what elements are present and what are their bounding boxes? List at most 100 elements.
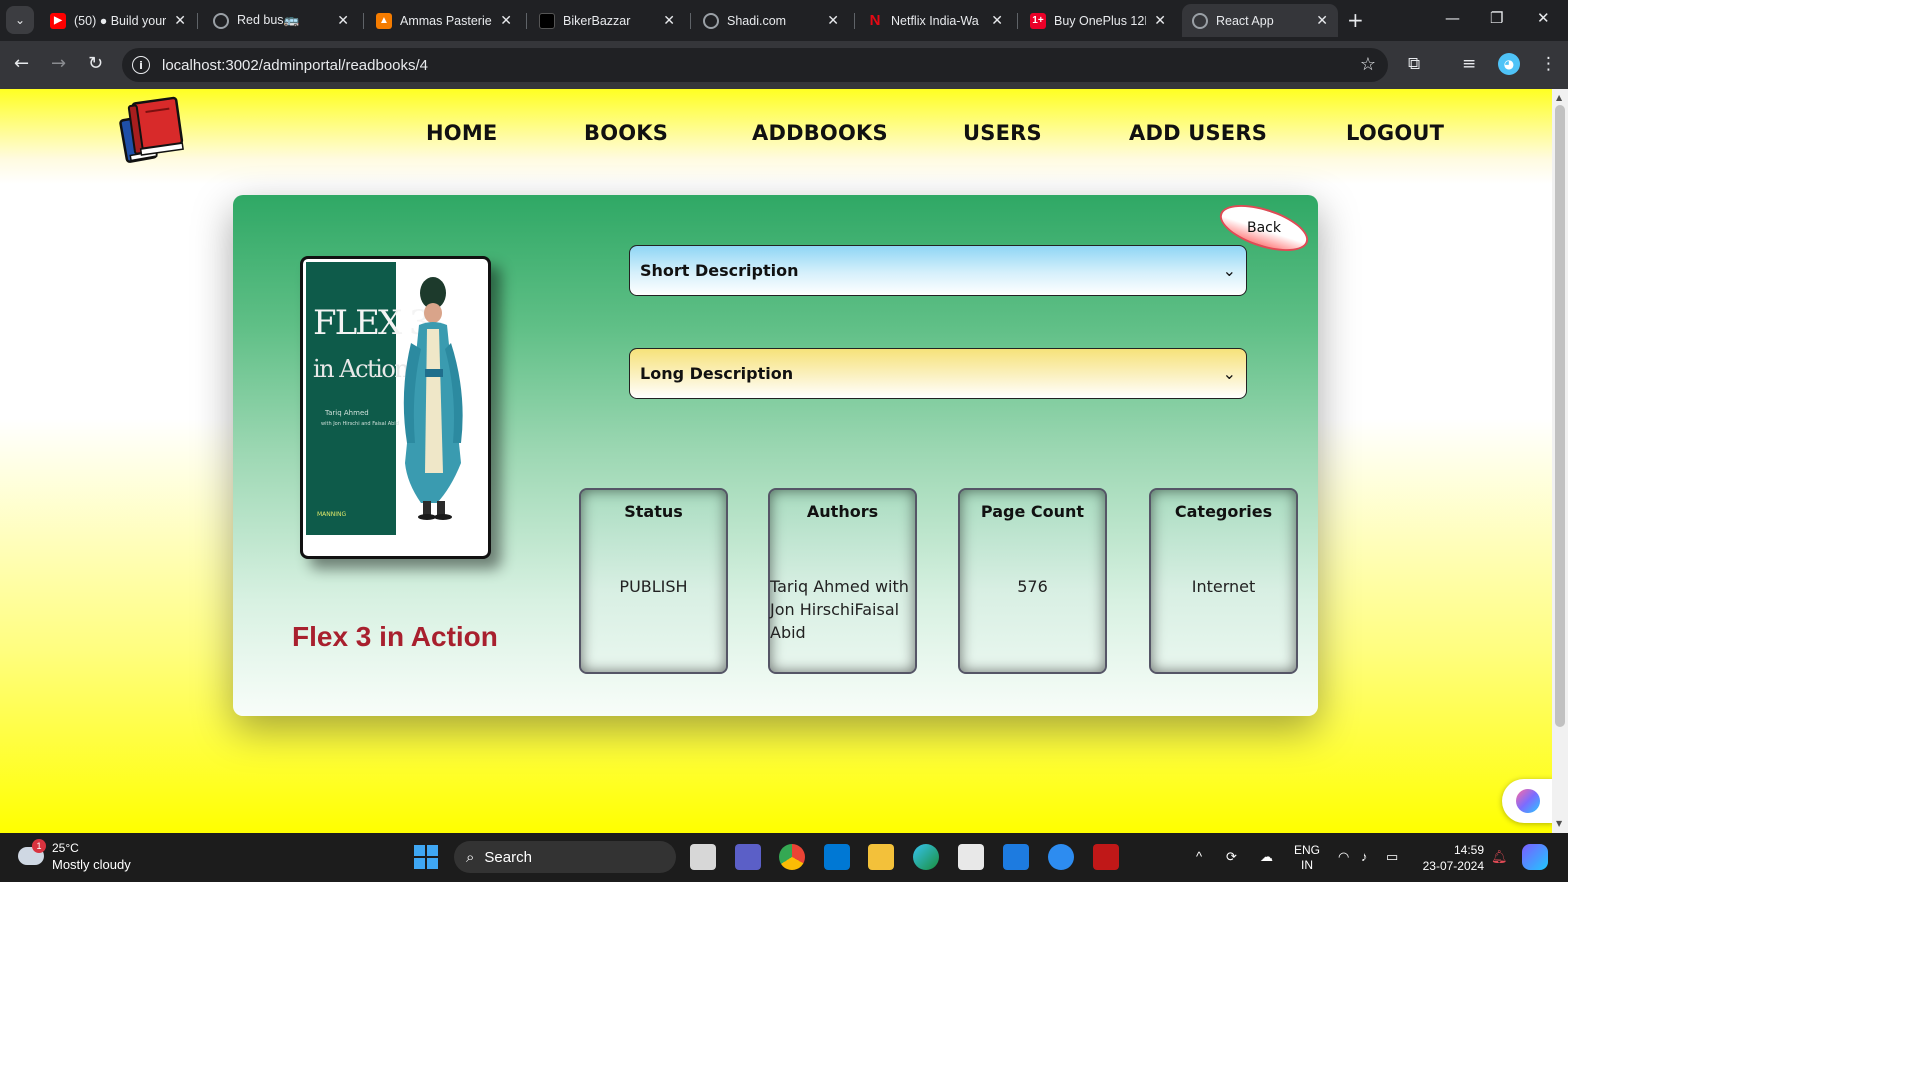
tab-title: React App — [1216, 13, 1274, 28]
tab-title: Shadi.com — [727, 13, 787, 28]
tab-youtube[interactable]: ▶ (50) ● Build your ✕ — [40, 4, 196, 37]
tab-title: Buy OnePlus 12R — [1054, 13, 1147, 28]
windows-start-icon[interactable] — [414, 845, 438, 869]
sync-icon[interactable]: ⟳ — [1226, 849, 1237, 865]
language-indicator[interactable]: ENG IN — [1294, 843, 1320, 873]
taskbar-search[interactable]: ⌕ Search — [454, 841, 676, 873]
clock-date: 23-07-2024 — [1422, 859, 1484, 873]
close-icon[interactable]: ✕ — [1316, 12, 1328, 29]
clock[interactable]: 14:59 23-07-2024 — [1418, 842, 1484, 874]
profile-avatar[interactable]: ◕ — [1498, 53, 1520, 75]
nav-home[interactable]: HOME — [426, 121, 497, 145]
stat-value: 576 — [1017, 577, 1048, 596]
reload-icon[interactable]: ↻ — [88, 53, 103, 74]
wifi-icon[interactable]: ◠ — [1338, 849, 1349, 865]
minimize-icon[interactable]: — — [1445, 9, 1460, 27]
media-control-icon[interactable]: ≡ — [1462, 54, 1476, 74]
scrollbar-thumb[interactable] — [1555, 105, 1565, 727]
status-card: Status PUBLISH — [579, 488, 728, 674]
store-icon[interactable] — [958, 844, 984, 870]
netflix-icon: N — [869, 12, 881, 29]
tray-chevron-icon[interactable]: ^ — [1196, 849, 1202, 864]
stat-value: PUBLISH — [619, 577, 688, 596]
task-view-icon[interactable] — [690, 844, 716, 870]
nav-logout[interactable]: LOGOUT — [1346, 121, 1444, 145]
weather-condition: Mostly cloudy — [52, 857, 131, 872]
back-button-label: Back — [1247, 220, 1281, 236]
vscode-icon[interactable] — [824, 844, 850, 870]
nav-users[interactable]: USERS — [963, 121, 1042, 145]
close-icon[interactable]: ✕ — [500, 12, 512, 29]
globe-icon — [1192, 12, 1208, 29]
close-icon[interactable]: ✕ — [991, 12, 1003, 29]
myhp-icon[interactable] — [1003, 844, 1029, 870]
book-title: Flex 3 in Action — [292, 621, 498, 652]
tab-bikerbazzar[interactable]: BikerBazzar ✕ — [529, 4, 685, 37]
help-icon[interactable] — [1048, 844, 1074, 870]
battery-icon[interactable]: ▭ — [1386, 849, 1398, 865]
book-detail-card: Back FLEX 3 in Action Tariq Ahmed with J… — [233, 195, 1318, 716]
close-icon[interactable]: ✕ — [174, 12, 186, 29]
categories-card: Categories Internet — [1149, 488, 1298, 674]
book-cover-image: FLEX 3 in Action Tariq Ahmed with Jon Hi… — [300, 256, 491, 559]
search-label: Search — [484, 848, 532, 866]
tab-shadi[interactable]: Shadi.com ✕ — [693, 4, 849, 37]
accordion-label: Short Description — [640, 261, 799, 280]
close-icon[interactable]: ✕ — [1154, 12, 1166, 29]
cover-author: Tariq Ahmed — [325, 409, 369, 417]
bikerbazzar-icon — [539, 12, 555, 29]
ammas-icon: ▲ — [376, 12, 392, 29]
back-arrow-icon[interactable]: ← — [14, 53, 29, 74]
long-description-accordion[interactable]: Long Description ⌄ — [629, 348, 1247, 399]
cloud-off-icon[interactable]: ☁ — [1260, 849, 1273, 865]
file-explorer-icon[interactable] — [868, 844, 894, 870]
stat-label: Page Count — [980, 502, 1085, 521]
forward-arrow-icon[interactable]: → — [51, 53, 66, 74]
region-code: IN — [1301, 858, 1313, 872]
restore-icon[interactable]: ❐ — [1490, 9, 1503, 27]
short-description-accordion[interactable]: Short Description ⌄ — [629, 245, 1247, 296]
teams-icon[interactable] — [735, 844, 761, 870]
menu-kebab-icon[interactable]: ⋮ — [1540, 54, 1557, 74]
extensions-icon[interactable]: ⧉ — [1408, 54, 1420, 74]
site-info-icon[interactable]: i — [132, 56, 150, 74]
nav-books[interactable]: BOOKS — [584, 121, 668, 145]
tab-title: Netflix India-Wa — [891, 13, 979, 28]
copilot-icon[interactable] — [1522, 844, 1548, 870]
close-icon[interactable]: ✕ — [663, 12, 675, 29]
globe-icon — [213, 12, 229, 29]
weather-temp: 25°C — [52, 841, 79, 855]
authors-card: Authors Tariq Ahmed with Jon HirschiFais… — [768, 488, 917, 674]
tab-ammas[interactable]: ▲ Ammas Pasteries ✕ — [366, 4, 522, 37]
windows-taskbar: 1 25°C Mostly cloudy ⌕ Search ^ ⟳ ☁ ENG … — [0, 833, 1568, 882]
chrome-icon[interactable] — [779, 844, 805, 870]
tab-title: Red bus🚌 — [237, 13, 300, 27]
mcafee-icon[interactable] — [1093, 844, 1119, 870]
clock-time: 14:59 — [1453, 843, 1484, 857]
browser-toolbar: ← → ↻ i localhost:3002/adminportal/readb… — [0, 41, 1568, 89]
tab-oneplus[interactable]: 1+ Buy OnePlus 12R ✕ — [1020, 4, 1176, 37]
tab-title: Ammas Pasteries — [400, 13, 493, 28]
tab-title: (50) ● Build your — [74, 13, 167, 28]
notification-bell-icon[interactable]: 🔔︎ — [1491, 849, 1508, 865]
stat-label: Status — [624, 502, 683, 521]
tab-react-app[interactable]: React App ✕ — [1182, 4, 1338, 37]
tab-redbus[interactable]: Red bus🚌 ✕ — [203, 4, 359, 37]
chevron-down-icon: ⌄ — [1222, 261, 1236, 280]
tab-netflix[interactable]: N Netflix India-Wa ✕ — [857, 4, 1013, 37]
new-tab-button[interactable]: + — [1347, 8, 1364, 32]
edge-icon[interactable] — [913, 844, 939, 870]
ai-assistant-button[interactable] — [1502, 779, 1552, 823]
cover-publisher: MANNING — [317, 511, 347, 518]
window-close-icon[interactable]: ✕ — [1537, 9, 1550, 27]
close-icon[interactable]: ✕ — [827, 12, 839, 29]
address-bar[interactable]: i localhost:3002/adminportal/readbooks/4… — [122, 48, 1388, 82]
tab-search-button[interactable]: ⌄ — [6, 6, 34, 34]
page-scrollbar[interactable]: ▲ ▼ — [1552, 89, 1568, 833]
volume-icon[interactable]: ♪ — [1361, 849, 1368, 864]
nav-add-users[interactable]: ADD USERS — [1129, 121, 1267, 145]
bookmark-star-icon[interactable]: ☆ — [1360, 54, 1376, 75]
close-icon[interactable]: ✕ — [337, 12, 349, 29]
url-text: localhost:3002/adminportal/readbooks/4 — [162, 56, 429, 74]
nav-addbooks[interactable]: ADDBOOKS — [752, 121, 888, 145]
